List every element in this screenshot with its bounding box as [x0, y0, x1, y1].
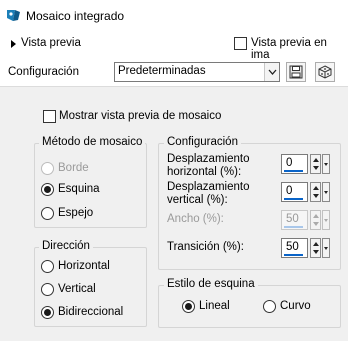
radio-lineal-label[interactable]: Lineal [199, 300, 230, 312]
save-preset-button[interactable] [286, 62, 306, 82]
transition-input[interactable]: 50 [281, 238, 308, 258]
radio-curvo-label[interactable]: Curvo [280, 300, 311, 312]
window-title: Mosaico integrado [26, 9, 125, 23]
horizontal-offset-input[interactable]: 0 [281, 154, 308, 174]
radio-lineal[interactable] [182, 300, 195, 313]
divider [0, 86, 348, 87]
corner-style-title: Estilo de esquina [164, 278, 258, 290]
transition-label: Transición (%): [167, 241, 244, 253]
radio-horizontal[interactable] [41, 260, 54, 273]
radio-borde[interactable] [41, 162, 54, 175]
vertical-offset-spinner[interactable] [310, 182, 321, 202]
vertical-offset-label-1: Desplazamiento [167, 181, 250, 193]
radio-horizontal-label[interactable]: Horizontal [58, 260, 110, 272]
width-spinner[interactable] [310, 210, 321, 230]
horizontal-offset-label-2: horizontal (%): [167, 166, 242, 178]
radio-vertical-label[interactable]: Vertical [58, 283, 96, 295]
radio-curvo[interactable] [263, 300, 276, 313]
radio-esquina-label[interactable]: Esquina [58, 183, 100, 195]
chevron-down-icon[interactable] [264, 63, 279, 81]
settings-title: Configuración [164, 136, 241, 148]
app-logo-icon [7, 10, 20, 21]
show-tile-preview-checkbox[interactable] [43, 110, 56, 123]
preview-on-image-checkbox[interactable] [234, 37, 247, 50]
horizontal-offset-spinner[interactable] [310, 154, 321, 174]
width-dropdown[interactable] [322, 210, 330, 230]
preset-label: Configuración [8, 66, 79, 78]
radio-bidireccional[interactable] [41, 306, 54, 319]
radio-espejo[interactable] [41, 207, 54, 220]
dice-icon [318, 65, 332, 79]
width-label: Ancho (%): [167, 213, 224, 225]
radio-esquina[interactable] [41, 183, 54, 196]
transition-dropdown[interactable] [322, 238, 330, 258]
vertical-offset-label-2: vertical (%): [167, 194, 228, 206]
radio-espejo-label[interactable]: Espejo [58, 207, 93, 219]
randomize-button[interactable] [315, 62, 335, 82]
preset-select-value[interactable]: Predeterminadas [118, 65, 206, 77]
transition-spinner[interactable] [310, 238, 321, 258]
horizontal-offset-label-1: Desplazamiento [167, 153, 250, 165]
show-tile-preview-label[interactable]: Mostrar vista previa de mosaico [59, 110, 221, 122]
save-icon [289, 65, 303, 79]
vertical-offset-input[interactable]: 0 [281, 182, 308, 202]
radio-vertical[interactable] [41, 283, 54, 296]
tiling-method-title: Método de mosaico [39, 136, 146, 148]
horizontal-offset-dropdown[interactable] [322, 154, 330, 174]
vertical-offset-dropdown[interactable] [322, 182, 330, 202]
direction-title: Dirección [39, 240, 93, 252]
expand-triangle-icon[interactable] [11, 40, 16, 48]
radio-bidireccional-label[interactable]: Bidireccional [58, 306, 123, 318]
width-input[interactable]: 50 [281, 210, 308, 230]
radio-borde-label[interactable]: Borde [58, 162, 89, 174]
preview-toggle-label[interactable]: Vista previa [21, 37, 81, 49]
